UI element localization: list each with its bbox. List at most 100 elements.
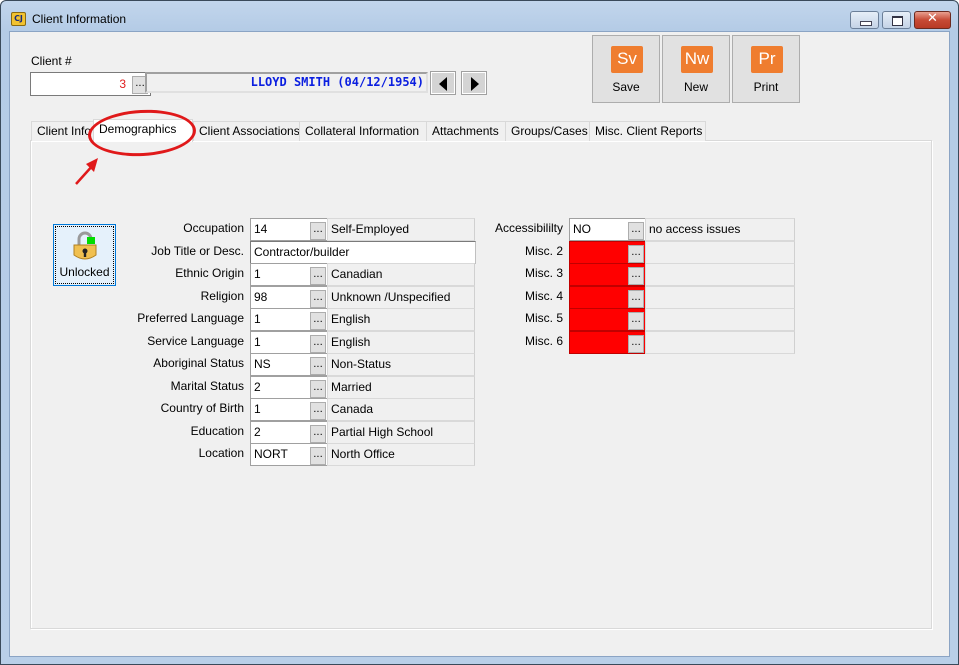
misc-3-code-input[interactable]: ... xyxy=(569,263,646,286)
ethnic-origin-code-input[interactable]: 1... xyxy=(250,263,328,286)
tab-groups-cases[interactable]: Groups/Cases xyxy=(505,121,590,141)
tab-client-associations[interactable]: Client Associations xyxy=(193,121,300,141)
window-title: Client Information xyxy=(32,12,127,26)
preferred-language-code-input[interactable]: 1... xyxy=(250,308,328,331)
client-name-text: LLOYD SMITH (04/12/1954) xyxy=(250,75,424,89)
print-button[interactable]: Pr Print xyxy=(732,35,800,103)
maximize-button[interactable] xyxy=(882,11,911,29)
new-icon: Nw xyxy=(681,46,713,73)
misc-4-label: Misc. 4 xyxy=(524,289,563,303)
job-title-or-desc-value: Contractor/builder xyxy=(254,245,350,259)
marital-status-lookup-button[interactable]: ... xyxy=(310,380,326,398)
country-of-birth-label: Country of Birth xyxy=(160,401,244,415)
ethnic-origin-description-text: Canadian xyxy=(331,267,383,281)
triangle-left-icon xyxy=(439,77,447,91)
education-code-input[interactable]: 2... xyxy=(250,421,328,444)
occupation-code-input[interactable]: 14... xyxy=(250,218,328,241)
accessibililty-code-input[interactable]: NO... xyxy=(569,218,646,241)
education-label: Education xyxy=(190,424,244,438)
education-lookup-button[interactable]: ... xyxy=(310,425,326,443)
location-lookup-button[interactable]: ... xyxy=(310,447,326,465)
ethnic-origin-lookup-button[interactable]: ... xyxy=(310,267,326,285)
title-bar[interactable]: CJ Client Information ✕ xyxy=(1,1,958,31)
accessibililty-description-text: no access issues xyxy=(649,222,741,236)
accessibililty-lookup-button[interactable]: ... xyxy=(628,222,644,240)
client-name-display: LLOYD SMITH (04/12/1954) xyxy=(145,72,428,93)
marital-status-description-text: Married xyxy=(331,380,372,394)
save-button[interactable]: Sv Save xyxy=(592,35,660,103)
misc-2-code-input[interactable]: ... xyxy=(569,241,646,264)
religion-lookup-button[interactable]: ... xyxy=(310,290,326,308)
education-code-value: 2 xyxy=(254,425,261,439)
misc-5-code-input[interactable]: ... xyxy=(569,308,646,331)
aboriginal-status-description: Non-Status xyxy=(327,353,475,376)
ethnic-origin-label: Ethnic Origin xyxy=(175,266,244,280)
misc-4-lookup-button[interactable]: ... xyxy=(628,290,644,308)
occupation-code-value: 14 xyxy=(254,222,268,236)
aboriginal-status-description-text: Non-Status xyxy=(331,357,392,371)
misc-3-description xyxy=(645,263,795,286)
marital-status-description: Married xyxy=(327,376,475,399)
minimize-button[interactable] xyxy=(850,11,879,29)
misc-4-description xyxy=(645,286,795,309)
location-description: North Office xyxy=(327,443,475,466)
education-description-text: Partial High School xyxy=(331,425,434,439)
marital-status-code-input[interactable]: 2... xyxy=(250,376,328,399)
location-code-input[interactable]: NORT... xyxy=(250,443,328,466)
close-button[interactable]: ✕ xyxy=(914,11,951,29)
previous-client-button[interactable] xyxy=(430,71,456,95)
new-button[interactable]: Nw New xyxy=(662,35,730,103)
tab-misc-client-reports[interactable]: Misc. Client Reports xyxy=(589,121,706,141)
new-label: New xyxy=(683,80,708,94)
client-area: Client # 3 ... LLOYD SMITH (04/12/1954) … xyxy=(9,31,950,657)
next-client-button[interactable] xyxy=(461,71,487,95)
tab-collateral-information[interactable]: Collateral Information xyxy=(299,121,427,141)
client-number-value: 3 xyxy=(119,77,126,91)
preferred-language-label: Preferred Language xyxy=(137,311,244,325)
location-code-value: NORT xyxy=(254,447,288,461)
misc-5-lookup-button[interactable]: ... xyxy=(628,312,644,330)
occupation-lookup-button[interactable]: ... xyxy=(310,222,326,240)
client-number-label: Client # xyxy=(31,54,72,68)
misc-5-description xyxy=(645,308,795,331)
annotation-arrow-icon xyxy=(75,158,98,185)
location-label: Location xyxy=(198,446,244,460)
preferred-language-lookup-button[interactable]: ... xyxy=(310,312,326,330)
misc-3-label: Misc. 3 xyxy=(524,266,563,280)
misc-2-description xyxy=(645,241,795,264)
tab-attachments[interactable]: Attachments xyxy=(426,121,506,141)
country-of-birth-lookup-button[interactable]: ... xyxy=(310,402,326,420)
country-of-birth-description: Canada xyxy=(327,398,475,421)
job-title-or-desc-label: Job Title or Desc. xyxy=(151,244,244,258)
service-language-code-input[interactable]: 1... xyxy=(250,331,328,354)
religion-code-input[interactable]: 98... xyxy=(250,286,328,309)
religion-label: Religion xyxy=(200,289,244,303)
service-language-code-value: 1 xyxy=(254,335,261,349)
accessibililty-code-value: NO xyxy=(573,222,591,236)
preferred-language-code-value: 1 xyxy=(254,312,261,326)
religion-description-text: Unknown /Unspecified xyxy=(331,290,451,304)
misc-3-lookup-button[interactable]: ... xyxy=(628,267,644,285)
education-description: Partial High School xyxy=(327,421,475,444)
service-language-description-text: English xyxy=(331,335,371,349)
save-label: Save xyxy=(612,80,640,94)
country-of-birth-description-text: Canada xyxy=(331,402,374,416)
occupation-label: Occupation xyxy=(183,221,244,235)
aboriginal-status-lookup-button[interactable]: ... xyxy=(310,357,326,375)
religion-code-value: 98 xyxy=(254,290,268,304)
marital-status-label: Marital Status xyxy=(170,379,244,393)
client-number-field[interactable]: 3 ... xyxy=(30,72,151,96)
misc-2-lookup-button[interactable]: ... xyxy=(628,245,644,263)
misc-6-code-input[interactable]: ... xyxy=(569,331,646,354)
misc-6-lookup-button[interactable]: ... xyxy=(628,335,644,353)
occupation-description-text: Self-Employed xyxy=(331,222,410,236)
aboriginal-status-code-input[interactable]: NS... xyxy=(250,353,328,376)
service-language-lookup-button[interactable]: ... xyxy=(310,335,326,353)
country-of-birth-code-input[interactable]: 1... xyxy=(250,398,328,421)
misc-5-label: Misc. 5 xyxy=(524,311,563,325)
misc-4-code-input[interactable]: ... xyxy=(569,286,646,309)
misc-6-label: Misc. 6 xyxy=(524,334,563,348)
tab-client-info[interactable]: Client Info xyxy=(31,121,94,141)
aboriginal-status-label: Aboriginal Status xyxy=(153,356,244,370)
misc-6-description xyxy=(645,331,795,354)
